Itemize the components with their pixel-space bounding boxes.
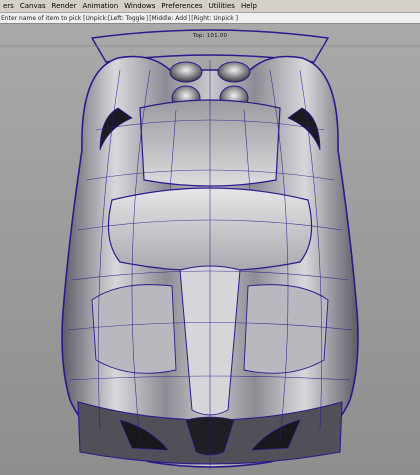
menu-windows[interactable]: Windows: [121, 0, 158, 12]
viewport-label: Top: 101.00: [192, 33, 228, 39]
menu-animation[interactable]: Animation: [79, 0, 121, 12]
car-model-wireframe[interactable]: [0, 24, 420, 475]
left-click-hint: [Left: Toggle: [107, 14, 145, 22]
right-click-hint: [Right: Unpick ]: [191, 14, 239, 22]
menu-layers[interactable]: ers: [0, 0, 17, 12]
prompt-text: Enter name of item to pick [Unpick:: [1, 14, 108, 22]
prompt-line[interactable]: Enter name of item to pick [Unpick: [Lef…: [0, 13, 420, 24]
menu-utilities[interactable]: Utilities: [206, 0, 238, 12]
menu-render[interactable]: Render: [49, 0, 80, 12]
top-viewport[interactable]: Top: 101.00: [0, 24, 420, 475]
menu-help[interactable]: Help: [238, 0, 260, 12]
middle-click-hint: [Middle: Add: [149, 14, 187, 22]
menu-preferences[interactable]: Preferences: [158, 0, 205, 12]
menu-canvas[interactable]: Canvas: [17, 0, 49, 12]
menu-bar: ers Canvas Render Animation Windows Pref…: [0, 0, 420, 13]
